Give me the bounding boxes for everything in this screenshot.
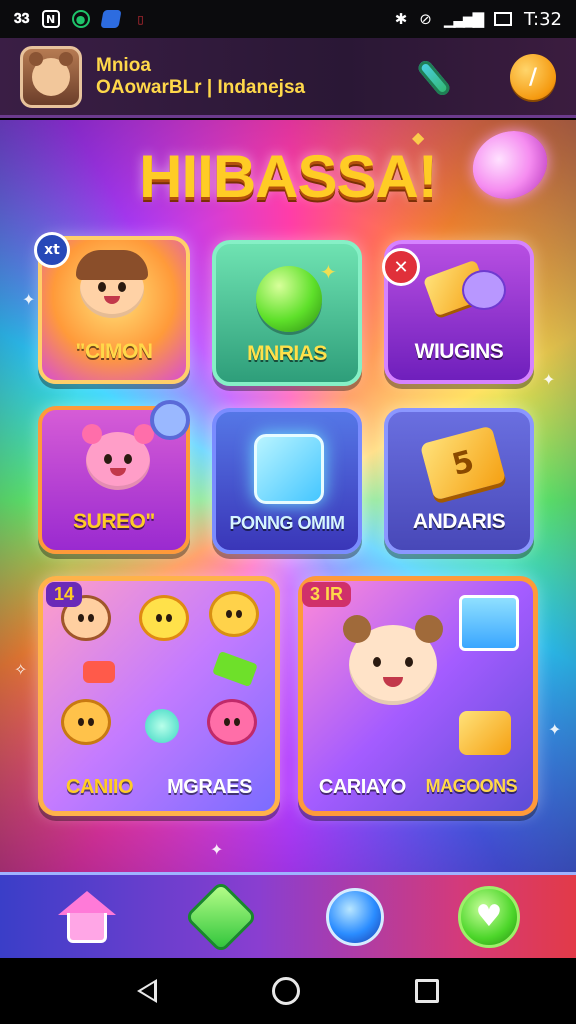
big-tile-collection[interactable]: CANIIO MGRAES [38,576,280,816]
nav-home-button[interactable] [55,885,119,949]
game-board: ✦ ✦ ✧ ✦ ✦ ◆ HIIBASSA! "CIMON xt ✦ MNRIAS… [0,120,576,872]
bear-character-icon [82,424,154,490]
tile-label: MGRAES [167,776,252,798]
sparkle-icon: ✦ [542,370,556,389]
status-right-icons: ✱ ⊘ ▁▃▅▇ T:32 [395,9,562,30]
smiley-icon [139,595,189,641]
tile-badge: xt [34,232,70,268]
player-name: Mnioa [96,54,151,76]
tile-ponng-omim[interactable]: PONNG OMIM [212,408,362,554]
game-header: Mnioa OAowarBLr | Indanejsa / [0,38,576,118]
tile-label: PONNG OMIM [229,513,346,533]
tile-label: MAGOONS [425,776,518,796]
tile-mnrias[interactable]: ✦ MNRIAS [212,240,362,386]
green-ball-icon [256,266,322,332]
nav-heart-button[interactable]: ♥ [457,885,521,949]
level-badge: 3 IR [302,582,352,607]
battery-icon [494,12,512,26]
bear-face-icon [209,591,259,637]
star-icon: ✦ [320,260,337,284]
bear-hero-icon [343,615,443,705]
level-badge: 14 [46,582,83,607]
tool-button[interactable] [410,54,458,102]
bear-face-icon [29,51,73,96]
status-left-icons: 𝟑𝟑 N ● ▯ [14,10,150,28]
status-bar: 𝟑𝟑 N ● ▯ ✱ ⊘ ▁▃▅▇ T:32 [0,0,576,38]
potion-icon [145,709,179,743]
tile-label: WIUGINS [414,340,504,363]
gift-box-icon [459,711,511,755]
signal-icon: ▁▃▅▇ [443,10,484,28]
sparkle-icon: ✧ [14,660,28,679]
mirror-icon [150,400,190,440]
bottom-nav: ♥ [0,872,576,958]
big-tile-adventure[interactable]: CARIAYO MAGOONS [298,576,538,816]
tile-label: SUREO" [73,510,155,533]
home-icon [58,890,116,943]
system-nav-bar [0,958,576,1024]
nfc-icon: N [41,10,60,28]
pencil-icon: / [528,64,538,90]
sparkle-icon: ✦ [210,840,224,859]
app-icon [99,10,122,28]
tile-label: "CIMON [75,340,153,363]
orb-icon [326,887,384,946]
girl-character-icon [76,250,148,318]
status-time: T:32 [524,8,562,30]
heart-icon: ♥ [458,885,520,948]
coin-button[interactable]: / [510,54,556,100]
wand-icon [415,58,453,98]
gem-icon [188,883,254,950]
tile-andaris[interactable]: 5 ANDARIS [384,408,534,554]
sparkle-icon: ✦ [22,290,36,309]
tile-label: MNRIAS [247,342,327,365]
leaf-icon [212,650,258,688]
header-text: Mnioa OAowarBLr | Indanejsa [96,55,305,99]
nav-orb-button[interactable] [323,885,387,949]
lion-face-icon [61,699,111,745]
gold-tile-icon: 5 [419,425,507,501]
notification-icon: ▯ [137,12,144,26]
bluetooth-icon: ✱ [394,10,408,28]
tile-sureo[interactable]: SUREO" [38,400,190,554]
home-circle-icon[interactable] [271,977,300,1005]
candy-icon [83,661,115,683]
close-badge-icon[interactable]: ✕ [382,248,420,286]
player-avatar[interactable] [20,45,82,108]
whatsapp-icon: ● [71,10,90,28]
pink-bear-icon [207,699,257,745]
sparkle-icon: ✦ [548,720,562,739]
tile-label: CARIAYO [318,776,406,798]
tile-label: CANIIO [66,776,134,798]
nav-gem-button[interactable] [188,883,254,950]
sim-icon: 𝟑𝟑 [14,11,30,27]
tile-label: ANDARIS [412,510,506,533]
creature-icon [462,270,506,310]
back-icon[interactable] [137,979,158,1003]
glow-square-icon [254,434,324,504]
mute-icon: ⊘ [419,10,432,28]
recents-icon[interactable] [414,979,439,1003]
portrait-card-icon [459,595,519,651]
player-subtitle: OAowarBLr | Indanejsa [96,76,306,98]
